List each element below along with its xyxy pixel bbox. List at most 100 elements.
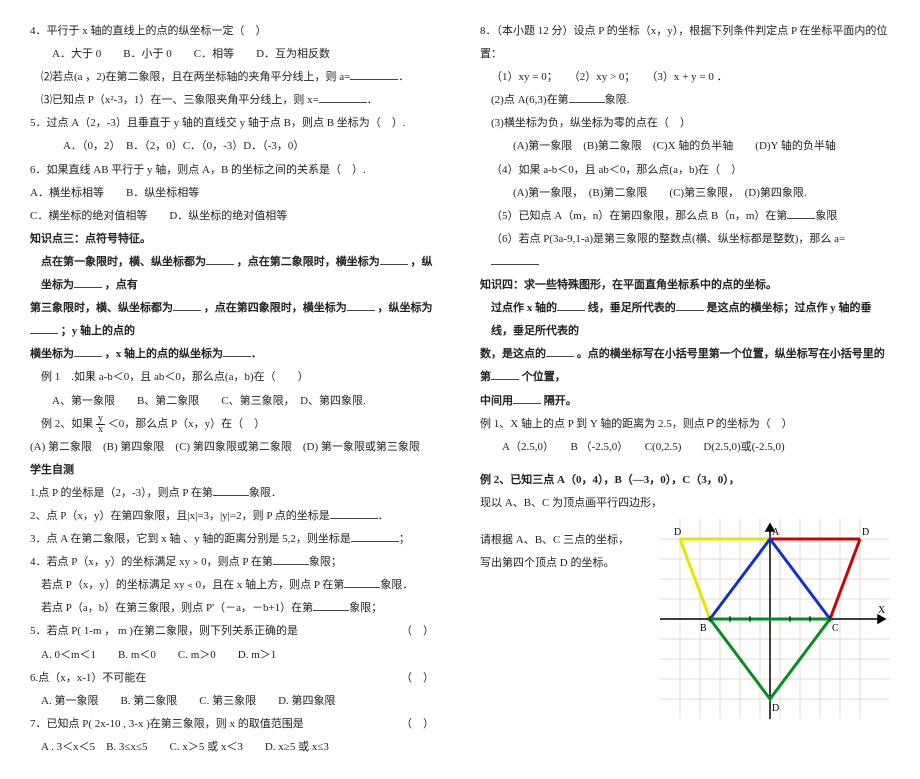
blank <box>513 393 541 404</box>
r8d: （4）如果 a-b＜0，且 ab＜0，那么点(a，b)在（ ） <box>480 159 890 182</box>
q6-opt-c: C．横坐标的绝对值相等 D．纵坐标的绝对值相等 <box>30 205 440 228</box>
s4e: 若点 P（a，b）在第三象限，则点 P'（－a，－b+1）在第象限； <box>30 597 440 620</box>
s6-options: A. 第一象限 B. 第二象限 C. 第三象限 D. 第四象限 <box>30 690 440 713</box>
r-example2d: 写出第四个顶点 D 的坐标。 <box>480 552 660 575</box>
text: 第三象限时，横、纵坐标都为 <box>30 302 173 314</box>
text: ⑶已知点 P（x²-3，1）在一、三象限夹角平分线上，则 x= <box>41 94 319 106</box>
label-c: C <box>832 623 839 634</box>
worksheet-page: 4．平行于 x 轴的直线上的点的纵坐标一定（ ） A．大于 0 B．小于 0 C… <box>0 0 920 779</box>
blank <box>330 508 378 519</box>
k3-line3: 横坐标为 ，x 轴上的点的纵坐标为． <box>30 343 440 366</box>
text: 点在第一象限时，横、纵坐标都为 <box>41 256 206 268</box>
blank <box>380 254 408 265</box>
k3-line1: 点在第一象限时，横、纵坐标都为 ，点在第二象限时，横坐标为 ，纵坐标为 ，点有 <box>30 251 440 297</box>
text: ＜0，那么点 P（x，y）在（ ） <box>108 418 265 430</box>
blank <box>491 370 519 381</box>
blank <box>569 92 605 103</box>
r8c: (3)横坐标为负，纵坐标为零的点在（ ） <box>480 112 890 135</box>
blank <box>351 531 399 542</box>
blank <box>350 69 398 80</box>
text: 象限 <box>815 210 837 222</box>
text: 象限． <box>380 579 413 591</box>
example1-options: A、第一象限 B、第二象限 C、第三象限， D、第四象限. <box>30 390 440 413</box>
text: 3．点 A 在第二象限，它到 x 轴 、y 轴的距离分别是 5,2，则坐标是 <box>30 533 351 545</box>
s6: 6.点（x，x-1）不可能在（ ） <box>30 667 440 690</box>
text: 7．已知点 P( 2x-10 , 3-x )在第三象限，则 x 的取值范围是 <box>30 718 304 730</box>
blank <box>30 323 58 334</box>
label-b: B <box>700 623 707 634</box>
label-d-right: D <box>862 527 869 538</box>
r8e: （5）已知点 A（m，n）在第四象限，那么点 B（n，m）在第 象限 <box>480 205 890 228</box>
text: 1.点 P 的坐标是（2，-3），则点 P 在第 <box>30 487 213 499</box>
r-example2: 例 2、已知三点 A（0，4），B（—3，0），C（3，0）， <box>480 469 890 492</box>
k4-line3: 中间用 隔开。 <box>480 390 890 413</box>
text: ，点在第四象限时，横坐标为 <box>204 302 347 314</box>
k3-title: 知识点三：点符号特征。 <box>30 228 440 251</box>
text: 象限； <box>349 602 382 614</box>
q5: 5．过点 A（2，-3）且垂直于 y 轴的直线交 y 轴于点 B，则点 B 坐标… <box>30 112 440 135</box>
blank <box>787 208 815 219</box>
example1: 例 1 .如果 a-b＜0，且 ab＜0，那么点(a，b)在（ ） <box>30 366 440 389</box>
text: （6）若点 P(3a-9,1-a)是第三象限的整数点(横、纵坐标都是整数)，那么… <box>491 233 845 245</box>
label-d-bottom: D <box>772 703 779 714</box>
paren: （ ） <box>401 620 440 643</box>
blank <box>676 300 704 311</box>
text: （5）已知点 A（m，n）在第四象限，那么点 B（n，m）在第 <box>491 210 787 222</box>
k3-line2: 第三象限时，横、纵坐标都为 ，点在第四象限时，横坐标为 ，纵坐标为 ；y 轴上的… <box>30 297 440 343</box>
q6-opt-a: A．横坐标相等 B．纵坐标相等 <box>30 182 440 205</box>
q6: 6．如果直线 AB 平行于 y 轴，则点 A，B 的坐标之间的关系是（ ）. <box>30 159 440 182</box>
q4-options: A．大于 0 B．小于 0 C．相等 D．互为相反数 <box>30 43 440 66</box>
text: 例 2、如果 <box>41 418 93 430</box>
r8a: （1）xy = 0； （2）xy > 0； （3）x + y = 0 ． <box>480 66 890 89</box>
spacer <box>480 459 890 469</box>
blank <box>319 92 367 103</box>
example2-text: 请根据 A、B、C 三点的坐标， 写出第四个顶点 D 的坐标。 <box>480 515 660 719</box>
fraction-y-over-x: yx <box>96 414 105 435</box>
blank <box>206 254 234 265</box>
blank <box>213 485 249 496</box>
text: ，x 轴上的点的纵坐标为 <box>105 348 223 360</box>
text: ，纵坐标为 <box>378 302 433 314</box>
blank <box>74 277 102 288</box>
text: 个位置， <box>522 371 566 383</box>
text: 线，垂足所代表的 <box>588 302 676 314</box>
s7: 7．已知点 P( 2x-10 , 3-x )在第三象限，则 x 的取值范围是 （ … <box>30 713 440 736</box>
blank <box>491 254 539 265</box>
text: ；y 轴上的点的 <box>61 325 135 337</box>
paren: （ ） <box>401 713 440 736</box>
q4-sub3: ⑶已知点 P（x²-3，1）在一、三象限夹角平分线上，则 x=． <box>30 89 440 112</box>
blank <box>557 300 585 311</box>
selftest-title: 学生自测 <box>30 459 440 482</box>
text: 2、点 P（x，y）在第四象限，且|x|=3，|y|=2，则 P 点的坐标是 <box>30 510 330 522</box>
label-x-axis: X <box>878 605 886 616</box>
label-a: A <box>772 527 780 538</box>
q5-options: A．（0，2） B．（2，0）C．（0，-3）D．（-3，0） <box>30 135 440 158</box>
r8: 8．（本小题 12 分）设点 P 的坐标（x，y），根据下列条件判定点 P 在坐… <box>480 20 890 66</box>
diagram-svg: D A D B C D X <box>660 519 890 719</box>
text: 若点 P（x，y）的坐标满足 xy﹤0，且在 x 轴上方，则点 P 在第 <box>41 579 344 591</box>
text: 过点作 x 轴的 <box>491 302 557 314</box>
blank <box>173 300 201 311</box>
text: 中间用 <box>480 395 513 407</box>
k4-line2: 数，是这点的 。点的横坐标写在小括号里第一个位置，纵坐标写在小括号里的第 个位置… <box>480 343 890 389</box>
s3: 3．点 A 在第二象限，它到 x 轴 、y 轴的距离分别是 5,2，则坐标是； <box>30 528 440 551</box>
blank <box>546 346 574 357</box>
s1: 1.点 P 的坐标是（2，-3），则点 P 在第 象限． <box>30 482 440 505</box>
r8b: (2)点 A(6,3)在第象限. <box>480 89 890 112</box>
example2: 例 2、如果 yx ＜0，那么点 P（x，y）在（ ） <box>30 413 440 436</box>
q4-sub2: ⑵若点(a ，2)在第二象限，且在两坐标轴的夹角平分线上，则 a=． <box>30 66 440 89</box>
text: 象限． <box>249 487 282 499</box>
q4: 4．平行于 x 轴的直线上的点的纵坐标一定（ ） <box>30 20 440 43</box>
text: 数，是这点的 <box>480 348 546 360</box>
text: 5．若点 P( 1-m ， m )在第二象限，则下列关系正确的是 <box>30 625 298 637</box>
r8d-options: (A)第一象限， (B)第二象限 (C)第三象限， (D)第四象限. <box>480 182 890 205</box>
text: 横坐标为 <box>30 348 74 360</box>
blank <box>273 554 309 565</box>
text: ，点有 <box>105 279 138 291</box>
text: 象限； <box>309 556 342 568</box>
s4: 4．若点 P（x，y）的坐标满足 xy﹥0，则点 P 在第象限； <box>30 551 440 574</box>
r-example2c: 请根据 A、B、C 三点的坐标， <box>480 529 660 552</box>
right-column: 8．（本小题 12 分）设点 P 的坐标（x，y），根据下列条件判定点 P 在坐… <box>480 20 890 759</box>
r-example1-options: A（2.5,0） B （-2.5,0） C(0,2.5) D(2.5,0)或(-… <box>480 436 890 459</box>
r8c-options: (A)第一象限 (B)第二象限 (C)X 轴的负半轴 (D)Y 轴的负半轴 <box>480 135 890 158</box>
